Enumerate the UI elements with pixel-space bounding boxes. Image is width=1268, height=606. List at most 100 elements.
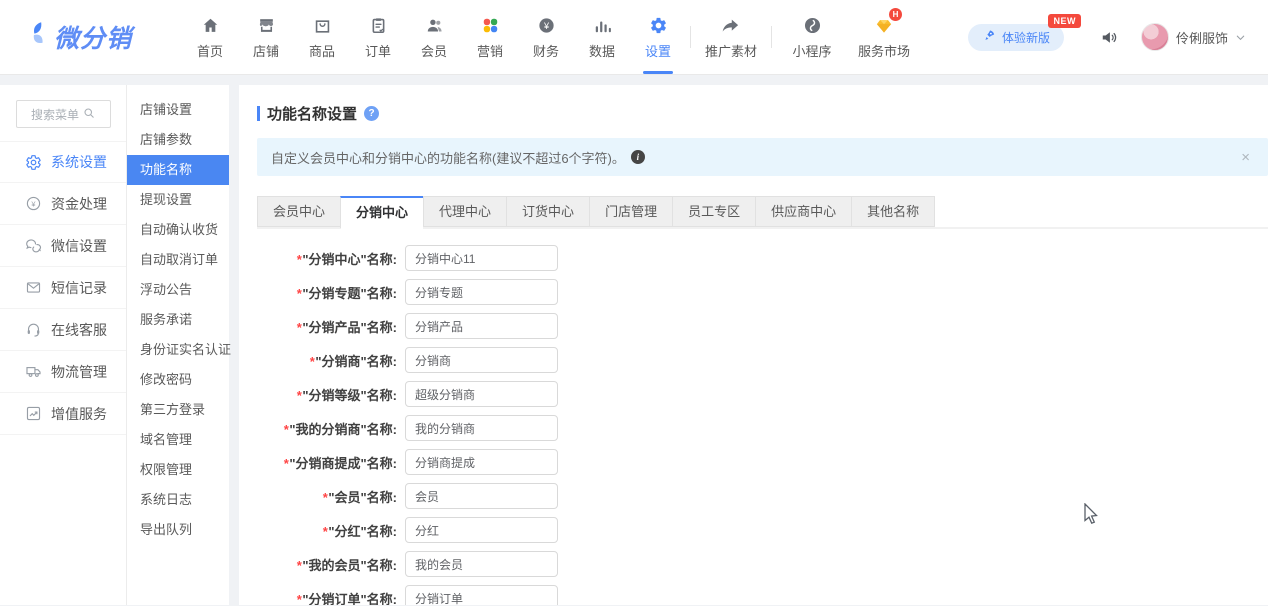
- submenu-item-change-password[interactable]: 修改密码: [127, 365, 229, 395]
- page-body: 搜索菜单 系统设置 ¥ 资金处理 微信设置: [0, 75, 1268, 605]
- nav-item-home[interactable]: 首页: [182, 0, 238, 75]
- nav-item-orders[interactable]: 订单: [350, 0, 406, 75]
- submenu-item-domain-management[interactable]: 域名管理: [127, 425, 229, 455]
- field-label: "分销等级"名称:: [302, 388, 397, 403]
- headset-icon: [24, 321, 42, 338]
- distribution-center-name-input[interactable]: [405, 245, 558, 271]
- distributor-name-input[interactable]: [405, 347, 558, 373]
- submenu-item-permission-management[interactable]: 权限管理: [127, 455, 229, 485]
- nav-divider: [690, 26, 691, 48]
- tab-ordering-center[interactable]: 订货中心: [506, 196, 589, 227]
- account-name: 伶俐服饰: [1176, 28, 1228, 47]
- distributor-commission-name-input[interactable]: [405, 449, 558, 475]
- info-icon[interactable]: i: [631, 150, 645, 164]
- new-badge: NEW: [1048, 14, 1081, 28]
- nav-item-finance[interactable]: ¥ 财务: [518, 0, 574, 75]
- submenu-item-export-queue[interactable]: 导出队列: [127, 515, 229, 545]
- field-label: "分红"名称:: [328, 524, 397, 539]
- sidebar-item-funds[interactable]: ¥ 资金处理: [0, 183, 126, 225]
- submenu-item-third-party-login[interactable]: 第三方登录: [127, 395, 229, 425]
- field-label: "我的分销商"名称:: [289, 422, 397, 437]
- tab-distribution-center[interactable]: 分销中心: [340, 196, 423, 229]
- banner-text: 自定义会员中心和分销中心的功能名称(建议不超过6个字符)。: [271, 148, 625, 167]
- submenu-item-system-logs[interactable]: 系统日志: [127, 485, 229, 515]
- function-name-form: *"分销中心"名称: *"分销专题"名称: *"分销产品"名称: *"分销商"名…: [257, 245, 1268, 605]
- try-new-version-button[interactable]: 体验新版 NEW: [968, 24, 1064, 51]
- account-menu[interactable]: 伶俐服饰: [1141, 23, 1246, 51]
- close-icon[interactable]: ×: [1241, 150, 1250, 165]
- store-icon: [257, 14, 276, 36]
- sms-envelope-icon: [24, 279, 42, 296]
- distribution-topic-name-input[interactable]: [405, 279, 558, 305]
- required-mark: *: [283, 456, 288, 471]
- tab-store-management[interactable]: 门店管理: [589, 196, 672, 227]
- form-row: *"会员"名称:: [257, 483, 1268, 509]
- nav-item-data[interactable]: 数据: [574, 0, 630, 75]
- gear-icon: [24, 154, 42, 171]
- submenu-item-withdraw-settings[interactable]: 提现设置: [127, 185, 229, 215]
- form-row: *"分销商提成"名称:: [257, 449, 1268, 475]
- header-right: 体验新版 NEW 伶俐服饰: [968, 23, 1268, 51]
- avatar: [1141, 23, 1169, 51]
- nav-item-members[interactable]: 会员: [406, 0, 462, 75]
- app-logo[interactable]: 微分销: [0, 19, 182, 55]
- hot-badge: H: [889, 8, 902, 21]
- form-row: *"分销专题"名称:: [257, 279, 1268, 305]
- submenu-item-auto-cancel-order[interactable]: 自动取消订单: [127, 245, 229, 275]
- sidebar-item-wechat[interactable]: 微信设置: [0, 225, 126, 267]
- nav-item-miniprogram[interactable]: 小程序: [776, 0, 848, 75]
- submenu-item-floating-notice[interactable]: 浮动公告: [127, 275, 229, 305]
- nav-item-service-market[interactable]: H 服务市场: [848, 0, 920, 75]
- gear-icon: [649, 14, 668, 36]
- form-row: *"我的分销商"名称:: [257, 415, 1268, 441]
- nav-item-marketing[interactable]: 营销: [462, 0, 518, 75]
- my-member-name-input[interactable]: [405, 551, 558, 577]
- sidebar-item-system-settings[interactable]: 系统设置: [0, 141, 126, 183]
- sidebar-item-logistics[interactable]: 物流管理: [0, 351, 126, 393]
- title-accent-bar: [257, 106, 260, 121]
- svg-text:¥: ¥: [542, 20, 549, 30]
- submenu-item-shop-settings[interactable]: 店铺设置: [127, 95, 229, 125]
- my-distributor-name-input[interactable]: [405, 415, 558, 441]
- tab-staff-zone[interactable]: 员工专区: [672, 196, 755, 227]
- tab-supplier-center[interactable]: 供应商中心: [755, 196, 851, 227]
- tab-member-center[interactable]: 会员中心: [257, 196, 340, 227]
- rocket-icon: [982, 29, 996, 46]
- distribution-level-name-input[interactable]: [405, 381, 558, 407]
- field-label: "分销订单"名称:: [302, 592, 397, 606]
- submenu-item-id-verification[interactable]: 身份证实名认证: [127, 335, 229, 365]
- finance-yen-icon: ¥: [537, 14, 556, 36]
- nav-item-store[interactable]: 店铺: [238, 0, 294, 75]
- field-label: "分销商提成"名称:: [289, 456, 397, 471]
- required-mark: *: [296, 388, 301, 403]
- submenu-item-auto-confirm-receipt[interactable]: 自动确认收货: [127, 215, 229, 245]
- required-mark: *: [322, 524, 327, 539]
- sidebar-item-customer-service[interactable]: 在线客服: [0, 309, 126, 351]
- search-input[interactable]: 搜索菜单: [16, 100, 111, 128]
- help-icon[interactable]: ?: [364, 106, 379, 121]
- home-icon: [201, 14, 220, 36]
- title-row: 功能名称设置 ?: [257, 103, 1268, 124]
- nav-item-promo-materials[interactable]: 推广素材: [695, 0, 767, 75]
- chart-box-icon: [24, 405, 42, 422]
- sidebar-item-value-added[interactable]: 增值服务: [0, 393, 126, 435]
- nav-item-settings[interactable]: 设置: [630, 0, 686, 75]
- dividend-name-input[interactable]: [405, 517, 558, 543]
- required-mark: *: [322, 490, 327, 505]
- sidebar-item-sms[interactable]: 短信记录: [0, 267, 126, 309]
- tab-agent-center[interactable]: 代理中心: [423, 196, 506, 227]
- submenu-item-function-names[interactable]: 功能名称: [127, 155, 229, 185]
- distribution-order-name-input[interactable]: [405, 585, 558, 605]
- submenu-item-shop-params[interactable]: 店铺参数: [127, 125, 229, 155]
- distribution-product-name-input[interactable]: [405, 313, 558, 339]
- member-name-input[interactable]: [405, 483, 558, 509]
- tab-other-names[interactable]: 其他名称: [851, 196, 935, 227]
- members-icon: [425, 14, 444, 36]
- required-mark: *: [296, 592, 301, 606]
- main-content: 功能名称设置 ? 自定义会员中心和分销中心的功能名称(建议不超过6个字符)。 i…: [239, 85, 1268, 605]
- submenu-item-service-promise[interactable]: 服务承诺: [127, 305, 229, 335]
- required-mark: *: [296, 558, 301, 573]
- speaker-icon[interactable]: [1100, 28, 1119, 47]
- nav-item-goods[interactable]: 商品: [294, 0, 350, 75]
- form-row: *"分销产品"名称:: [257, 313, 1268, 339]
